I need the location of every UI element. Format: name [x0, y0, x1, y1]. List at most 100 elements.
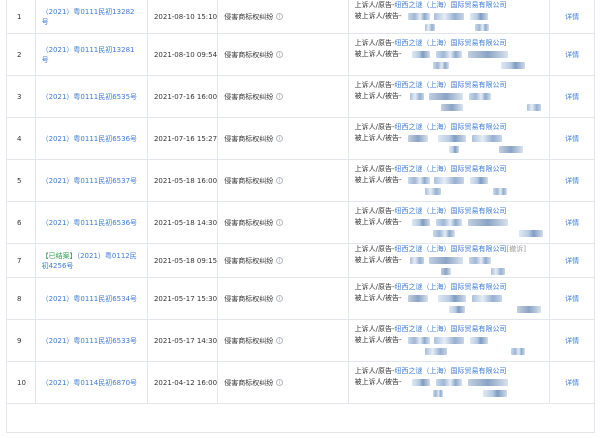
info-icon[interactable]: i [276, 51, 284, 58]
table-row: 10 （2021）粤0114民初6870号 2021-04-12 16:00 侵… [7, 361, 594, 404]
redacted-party [498, 145, 523, 153]
redacted-party [437, 294, 466, 302]
detail-link[interactable]: 详情 [565, 379, 579, 387]
case-cause: 侵害商标权纠纷 i [217, 319, 349, 362]
info-icon[interactable]: i [276, 379, 284, 386]
plaintiff-company-link[interactable]: 纽西之谜（上海）国际贸易有限公司 [395, 39, 507, 47]
case-cause-label: 侵害商标权纠纷 [224, 336, 274, 345]
table-row: 8 （2021）粤0111民初6534号 2021-05-17 15:30 侵害… [7, 277, 594, 320]
case-cause: 侵害商标权纠纷 i [217, 117, 349, 160]
plaintiff-company-link[interactable]: 纽西之谜（上海）国际贸易有限公司 [395, 1, 507, 9]
plaintiff-company-link[interactable]: 纽西之谜（上海）国际贸易有限公司 [395, 245, 507, 253]
case-number-cell[interactable]: （2021）粤0111民初6536号 [35, 117, 148, 160]
plaintiff-company-link[interactable]: 纽西之谜（上海）国际贸易有限公司 [395, 325, 507, 333]
table-row: 3 （2021）粤0111民初6535号 2021-07-16 16:00 侵害… [7, 75, 594, 118]
detail-link[interactable]: 详情 [565, 177, 579, 185]
case-number-cell[interactable]: （2021）粤0111民初6534号 [35, 277, 148, 320]
plaintiff-role: 上诉人/原告- [354, 367, 395, 375]
detail-link[interactable]: 详情 [565, 219, 579, 227]
info-icon[interactable]: i [276, 219, 284, 226]
info-icon[interactable]: i [276, 257, 284, 264]
redacted-party [409, 256, 424, 264]
redacted-party [500, 61, 525, 69]
case-number-cell[interactable]: （2021）粤0111民初6533号 [35, 319, 148, 362]
case-number-cell[interactable]: （2021）粤0111民初6536号 [35, 201, 148, 244]
case-cause: 侵害商标权纠纷 i [217, 33, 349, 76]
plaintiff-company-link[interactable]: 纽西之谜（上海）国际贸易有限公司 [395, 165, 507, 173]
redacted-party [435, 378, 462, 386]
plaintiff-line: 上诉人/原告-纽西之谜（上海）国际贸易有限公司 [355, 80, 544, 91]
redacted-party [518, 229, 543, 237]
case-number-cell[interactable]: 【已结案】（2021）粤0112民初4256号 [35, 243, 148, 278]
detail-link[interactable]: 详情 [565, 51, 579, 59]
case-number-link[interactable]: （2021）粤0111民初13281号 [42, 46, 135, 64]
detail-link[interactable]: 详情 [565, 337, 579, 345]
redacted-party [469, 12, 488, 20]
case-number-cell[interactable]: （2021）粤0111民初6537号 [35, 159, 148, 202]
plaintiff-company-link[interactable]: 纽西之谜（上海）国际贸易有限公司 [395, 123, 507, 131]
defendant-line: 被上诉人/被告- [355, 335, 544, 346]
row-number: 6 [7, 201, 36, 244]
info-icon[interactable]: i [276, 135, 284, 142]
detail-link[interactable]: 详情 [565, 257, 579, 265]
case-cause: 侵害商标权纠纷 i [217, 243, 349, 278]
case-number-link[interactable]: （2021）粤0111民初6534号 [42, 295, 137, 303]
table-row: 4 （2021）粤0111民初6536号 2021-07-16 15:27 侵害… [7, 117, 594, 160]
case-number-link[interactable]: （2021）粤0111民初6535号 [42, 93, 137, 101]
detail-cell: 详情 [549, 319, 594, 362]
case-number-link[interactable]: （2021）粤0111民初6533号 [42, 337, 137, 345]
defendant-role: 被上诉人/被告- [354, 176, 402, 184]
defendant-line-extra [355, 144, 544, 155]
case-cause-label: 侵害商标权纠纷 [224, 218, 274, 227]
defendant-line: 被上诉人/被告- [355, 217, 544, 228]
case-cause: 侵害商标权纠纷 i [217, 277, 349, 320]
redacted-party [435, 218, 462, 226]
plaintiff-company-link[interactable]: 纽西之谜（上海）国际贸易有限公司 [395, 207, 507, 215]
plaintiff-line: 上诉人/原告-纽西之谜（上海）国际贸易有限公司[撤诉] [355, 244, 544, 255]
plaintiff-extra: [撤诉] [506, 245, 526, 253]
redacted-party [468, 256, 491, 264]
defendant-line: 被上诉人/被告- [355, 255, 544, 266]
detail-link[interactable]: 详情 [565, 93, 579, 101]
case-number-link[interactable]: （2021）粤0111民初13282号 [42, 8, 135, 26]
info-icon[interactable]: i [276, 177, 284, 184]
detail-link[interactable]: 详情 [565, 13, 579, 21]
hearing-date: 2021-05-17 14:30 [147, 319, 219, 362]
plaintiff-company-link[interactable]: 纽西之谜（上海）国际贸易有限公司 [395, 283, 507, 291]
defendant-role: 被上诉人/被告- [354, 134, 402, 142]
redacted-party [448, 305, 465, 313]
redacted-party [526, 103, 541, 111]
case-number-cell[interactable]: （2021）粤0111民初13282号 [35, 0, 148, 34]
plaintiff-role: 上诉人/原告- [354, 39, 395, 47]
info-icon[interactable]: i [276, 13, 284, 20]
case-number-cell[interactable]: （2021）粤0111民初6535号 [35, 75, 148, 118]
redacted-party [482, 389, 507, 397]
info-icon[interactable]: i [276, 337, 284, 344]
case-number-cell[interactable]: （2021）粤0114民初6870号 [35, 361, 148, 404]
hearing-date: 2021-05-18 14:30 [147, 201, 219, 244]
detail-link[interactable]: 详情 [565, 135, 579, 143]
plaintiff-company-link[interactable]: 纽西之谜（上海）国际贸易有限公司 [395, 367, 507, 375]
case-list-table: 1 （2021）粤0111民初13282号 2021-08-10 15:10 侵… [6, 0, 595, 433]
case-cause-label: 侵害商标权纠纷 [224, 12, 274, 21]
defendant-role: 被上诉人/被告- [354, 218, 402, 226]
redacted-party [469, 176, 488, 184]
case-cause: 侵害商标权纠纷 i [217, 75, 349, 118]
case-number-link[interactable]: （2021）粤0114民初6870号 [42, 379, 137, 387]
detail-cell: 详情 [549, 0, 594, 34]
redacted-party [437, 134, 466, 142]
detail-cell: 详情 [549, 277, 594, 320]
parties-cell: 上诉人/原告-纽西之谜（上海）国际贸易有限公司 被上诉人/被告- [348, 361, 551, 404]
case-number-link[interactable]: （2021）粤0111民初6536号 [42, 135, 137, 143]
case-number-link[interactable]: （2021）粤0111民初6537号 [42, 177, 137, 185]
plaintiff-company-link[interactable]: 纽西之谜（上海）国际贸易有限公司 [395, 81, 507, 89]
detail-cell: 详情 [549, 201, 594, 244]
info-icon[interactable]: i [276, 295, 284, 302]
defendant-role: 被上诉人/被告- [354, 294, 402, 302]
case-cause: 侵害商标权纠纷 i [217, 0, 349, 34]
detail-link[interactable]: 详情 [565, 295, 579, 303]
table-row: 6 （2021）粤0111民初6536号 2021-05-18 14:30 侵害… [7, 201, 594, 244]
case-number-cell[interactable]: （2021）粤0111民初13281号 [35, 33, 148, 76]
case-number-link[interactable]: （2021）粤0111民初6536号 [42, 219, 137, 227]
info-icon[interactable]: i [276, 93, 284, 100]
